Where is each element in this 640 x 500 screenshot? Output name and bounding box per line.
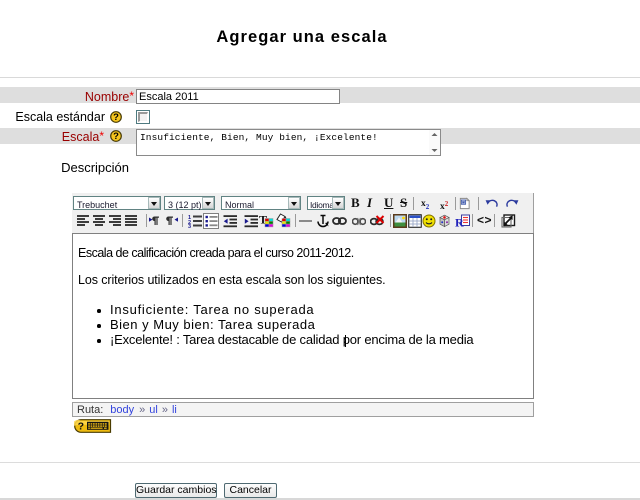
svg-text:?: ? xyxy=(78,421,84,433)
svg-text:R: R xyxy=(455,216,464,229)
svg-text:?: ? xyxy=(113,131,119,142)
svg-text:3: 3 xyxy=(188,224,191,228)
svg-text:?: ? xyxy=(113,112,119,123)
